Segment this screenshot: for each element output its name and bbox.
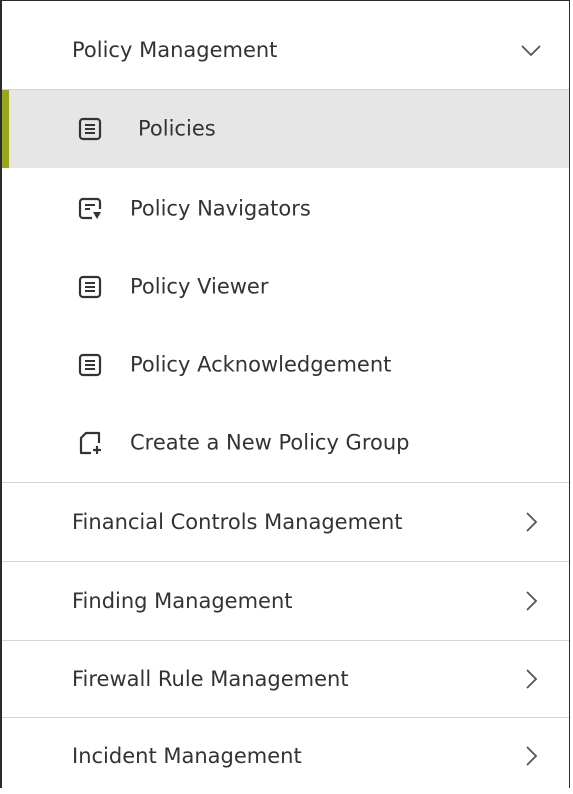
section-incident-management[interactable]: Incident Management [2,718,569,794]
active-indicator [2,90,9,168]
section-label: Firewall Rule Management [72,667,349,691]
section-finding-management[interactable]: Finding Management [2,562,569,640]
navigator-icon [78,197,102,220]
new-page-icon [79,431,101,455]
section-label: Incident Management [72,744,302,768]
menu-item-label: Policy Acknowledgement [130,352,392,377]
document-list-icon [78,275,102,299]
menu-item-label: Create a New Policy Group [130,430,410,455]
menu-item-label: Policies [138,116,216,141]
menu-item-create-policy-group[interactable]: Create a New Policy Group [2,404,569,482]
section-firewall-rule-management[interactable]: Firewall Rule Management [2,641,569,717]
menu-item-policy-acknowledgement[interactable]: Policy Acknowledgement [2,326,569,404]
document-list-icon [78,353,102,377]
section-policy-management[interactable]: Policy Management [2,11,569,89]
chevron-right-icon [526,669,538,689]
navigation-panel: Policy Management Policies Policy Naviga… [0,0,570,788]
document-list-icon [78,117,102,141]
section-label: Finding Management [72,589,293,613]
menu-item-policies[interactable]: Policies [2,90,569,168]
menu-item-label: Policy Viewer [130,274,269,299]
menu-item-label: Policy Navigators [130,196,311,221]
chevron-down-icon [521,45,541,57]
section-financial-controls-management[interactable]: Financial Controls Management [2,483,569,561]
section-label: Policy Management [72,38,278,62]
chevron-right-icon [526,746,538,766]
menu-item-policy-navigators[interactable]: Policy Navigators [2,170,569,248]
menu-item-policy-viewer[interactable]: Policy Viewer [2,248,569,326]
section-label: Financial Controls Management [72,510,403,534]
chevron-right-icon [526,512,538,532]
chevron-right-icon [526,591,538,611]
